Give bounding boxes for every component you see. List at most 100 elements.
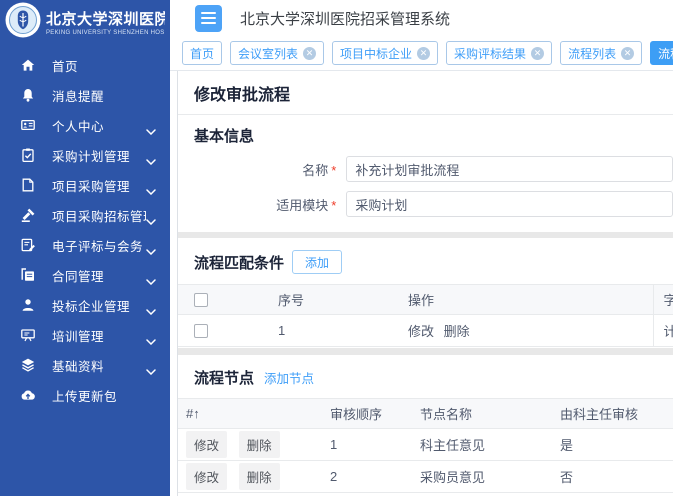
match-conditions-table: 序号 操作 字 1 修改 删除 计 [178, 284, 673, 347]
sidebar-item-purchase-plan[interactable]: 采购计划管理 [0, 140, 170, 170]
sidebar: 北京大学深圳医院 PEKING UNIVERSITY SHENZHEN HOSP… [0, 0, 170, 496]
tab-process-list[interactable]: 流程列表 ✕ [560, 41, 642, 65]
layers-icon [20, 357, 36, 373]
sidebar-item-label: 培训管理 [52, 326, 146, 345]
tab-process[interactable]: 流程 ✕ [650, 41, 673, 65]
cell-no: 1 [268, 315, 398, 347]
tab-label: 流程 [658, 45, 673, 62]
hospital-name-en: PEKING UNIVERSITY SHENZHEN HOSPITAL [46, 30, 165, 36]
presentation-icon [20, 327, 36, 343]
chevron-down-icon [146, 242, 156, 248]
flow-nodes-table: #↑ 审核顺序 节点名称 由科主任审核 修改 删除 1 科主任意见 是 [178, 398, 673, 493]
name-field[interactable] [346, 156, 673, 182]
sidebar-item-bidder-enterprise[interactable]: 投标企业管理 [0, 290, 170, 320]
app-title: 北京大学深圳医院招采管理系统 [240, 8, 450, 29]
tab-home[interactable]: 首页 [182, 41, 222, 65]
column-header-truncated: 字 [653, 285, 673, 315]
sidebar-item-bidding-management[interactable]: 项目采购招标管理 [0, 200, 170, 230]
delete-link[interactable]: 删除 [444, 324, 470, 339]
delete-button[interactable]: 删除 [239, 463, 280, 490]
hospital-logo-icon [5, 2, 41, 43]
sidebar-item-label: 上传更新包 [52, 386, 156, 405]
contract-icon [20, 267, 36, 283]
cell-operation: 修改 删除 [398, 315, 653, 347]
chevron-down-icon [146, 122, 156, 128]
tab-bar: 首页 会议室列表 ✕ 项目中标企业 ✕ 采购评标结果 ✕ 流程列表 ✕ 流程 ✕ [170, 36, 673, 71]
chevron-down-icon [146, 302, 156, 308]
section-match-conditions: 流程匹配条件 添加 序号 操作 字 1 修改 删除 [178, 238, 673, 348]
sidebar-item-upload-update[interactable]: 上传更新包 [0, 380, 170, 410]
add-condition-button[interactable]: 添加 [292, 250, 342, 274]
close-icon[interactable]: ✕ [621, 47, 634, 60]
close-icon[interactable]: ✕ [303, 47, 316, 60]
sidebar-item-label: 项目采购招标管理 [52, 206, 146, 225]
hospital-name: 北京大学深圳医院 [46, 8, 165, 29]
add-node-link[interactable]: 添加节点 [264, 368, 314, 387]
close-icon[interactable]: ✕ [531, 47, 544, 60]
tab-label: 会议室列表 [238, 45, 298, 62]
tab-evaluation-results[interactable]: 采购评标结果 ✕ [446, 41, 552, 65]
edit-link[interactable]: 修改 [408, 324, 434, 339]
table-row: 修改 删除 1 科主任意见 是 [178, 429, 673, 461]
column-header-operation: 操作 [398, 285, 653, 315]
sidebar-item-messages[interactable]: 消息提醒 [0, 80, 170, 110]
delete-button[interactable]: 删除 [239, 431, 280, 458]
hamburger-menu-button[interactable] [195, 5, 222, 32]
sidebar-menu: 首页 消息提醒 个人中心 采购计划管理 项目采购管理 项目采购招标管理 [0, 50, 170, 410]
sidebar-item-project-purchase[interactable]: 项目采购管理 [0, 170, 170, 200]
sidebar-item-label: 消息提醒 [52, 86, 156, 105]
row-checkbox[interactable] [194, 324, 208, 338]
required-asterisk: * [331, 163, 336, 178]
chevron-down-icon [146, 182, 156, 188]
name-field-label: 名称* [178, 160, 336, 179]
tab-label: 采购评标结果 [454, 45, 526, 62]
cell-node-name: 科主任意见 [410, 429, 550, 461]
cell-order: 1 [320, 429, 410, 461]
sidebar-header: 北京大学深圳医院 PEKING UNIVERSITY SHENZHEN HOSP… [0, 0, 170, 44]
sidebar-item-contract-management[interactable]: 合同管理 [0, 260, 170, 290]
page-title: 修改审批流程 [178, 71, 673, 115]
chevron-down-icon [146, 362, 156, 368]
column-header-index-sort[interactable]: #↑ [178, 399, 320, 429]
cell-order: 2 [320, 461, 410, 493]
required-asterisk: * [331, 198, 336, 213]
tab-label: 项目中标企业 [340, 45, 412, 62]
document-icon [20, 177, 36, 193]
sidebar-item-home[interactable]: 首页 [0, 50, 170, 80]
sidebar-item-label: 电子评标与会务 [52, 236, 146, 255]
column-header-node-name: 节点名称 [410, 399, 550, 429]
chevron-down-icon [146, 332, 156, 338]
column-header-order: 审核顺序 [320, 399, 410, 429]
module-field[interactable] [346, 191, 673, 217]
main-content: 修改审批流程 基本信息 名称* 适用模块* 流程匹配条件 添加 [177, 71, 673, 496]
edit-button[interactable]: 修改 [186, 463, 227, 490]
sidebar-item-e-evaluation[interactable]: 电子评标与会务 [0, 230, 170, 260]
close-icon[interactable]: ✕ [417, 47, 430, 60]
person-icon [20, 297, 36, 313]
sidebar-item-label: 合同管理 [52, 266, 146, 285]
cell-actions: 修改 删除 [178, 429, 320, 461]
column-header-dept-review: 由科主任审核 [550, 399, 673, 429]
id-card-icon [20, 117, 36, 133]
tab-winning-enterprises[interactable]: 项目中标企业 ✕ [332, 41, 438, 65]
sidebar-item-label: 首页 [52, 56, 156, 75]
sidebar-item-basic-data[interactable]: 基础资料 [0, 350, 170, 380]
sidebar-item-personal-center[interactable]: 个人中心 [0, 110, 170, 140]
sidebar-item-label: 基础资料 [52, 356, 146, 375]
table-row: 1 修改 删除 计 [178, 315, 673, 347]
form-row-module: 适用模块* [178, 191, 673, 217]
flow-nodes-title: 流程节点 [194, 367, 254, 388]
table-row: 修改 删除 2 采购员意见 否 [178, 461, 673, 493]
cell-truncated: 计 [653, 315, 673, 347]
cell-dept-review: 是 [550, 429, 673, 461]
cloud-upload-icon [20, 387, 36, 403]
bell-icon [20, 87, 36, 103]
sidebar-item-training[interactable]: 培训管理 [0, 320, 170, 350]
edit-button[interactable]: 修改 [186, 431, 227, 458]
table-header-row: 序号 操作 字 [178, 285, 673, 315]
module-field-label: 适用模块* [178, 195, 336, 214]
match-conditions-title: 流程匹配条件 [194, 252, 284, 273]
tab-meeting-room-list[interactable]: 会议室列表 ✕ [230, 41, 324, 65]
cell-node-name: 采购员意见 [410, 461, 550, 493]
select-all-checkbox[interactable] [194, 293, 208, 307]
